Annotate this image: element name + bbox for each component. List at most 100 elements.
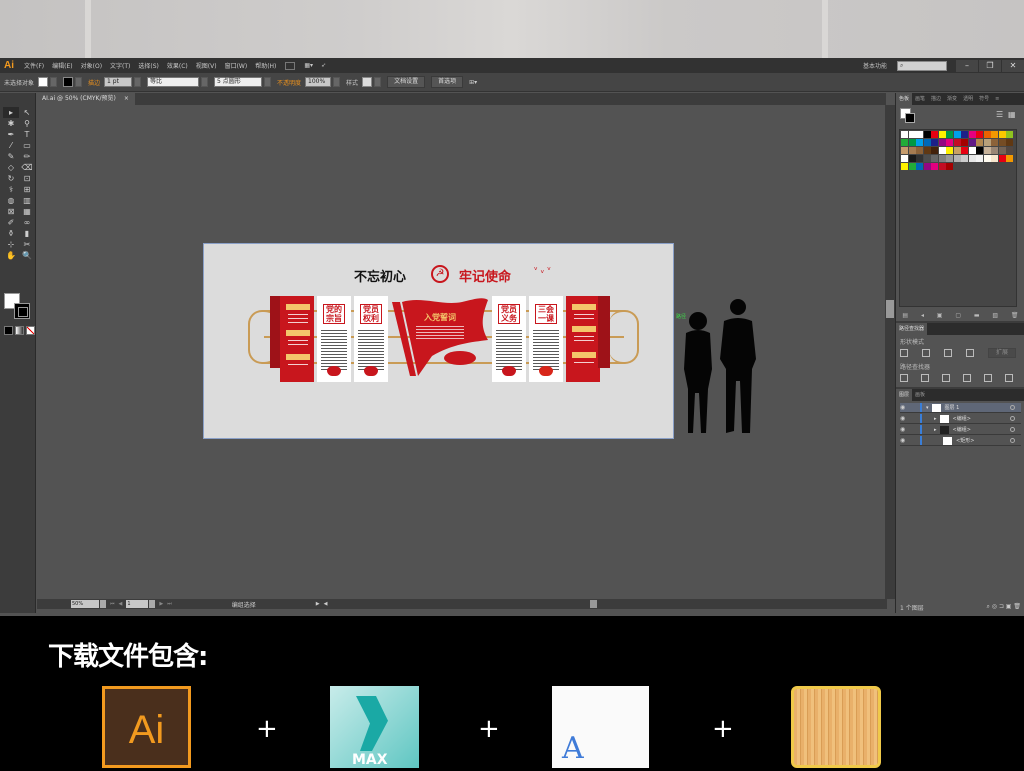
help-search-input[interactable]: ⌕ xyxy=(897,60,947,71)
intersect-icon[interactable] xyxy=(944,349,952,357)
tab-swatches[interactable]: 色板 xyxy=(896,93,913,105)
paintbrush-tool-icon[interactable]: ✎ xyxy=(3,151,19,162)
color-swatch[interactable] xyxy=(946,131,953,138)
menu-type[interactable]: 文字(T) xyxy=(106,61,134,70)
target-icon[interactable] xyxy=(1010,438,1015,443)
gradient-tool-icon[interactable]: ▦ xyxy=(19,206,35,217)
selection-tool-icon[interactable]: ▸ xyxy=(3,107,19,118)
color-swatch[interactable] xyxy=(1006,155,1013,162)
slice-tool-icon[interactable]: ✂ xyxy=(19,239,35,250)
tab-symbols[interactable]: 符号 xyxy=(976,93,992,105)
color-swatch[interactable] xyxy=(991,155,998,162)
merge-icon[interactable] xyxy=(942,374,950,382)
arrange-documents-icon[interactable]: ▦▾ xyxy=(300,62,317,69)
color-swatch[interactable] xyxy=(908,163,916,170)
color-swatch[interactable] xyxy=(968,139,976,146)
tab-gradient[interactable]: 渐变 xyxy=(944,93,960,105)
color-swatch[interactable] xyxy=(976,155,983,162)
color-swatch[interactable] xyxy=(938,163,946,170)
menu-file[interactable]: 文件(F) xyxy=(20,61,48,70)
first-artboard-button[interactable]: ⏮ xyxy=(110,601,115,607)
color-swatch[interactable] xyxy=(998,147,1006,154)
color-swatch[interactable] xyxy=(931,155,938,162)
last-artboard-button[interactable]: ⏭ xyxy=(167,601,172,607)
visibility-eye-icon[interactable]: ◉ xyxy=(900,415,908,422)
scroll-left-button[interactable]: ◀ xyxy=(324,601,328,607)
color-swatch[interactable] xyxy=(908,139,916,146)
color-swatch[interactable] xyxy=(961,155,968,162)
tab-stroke[interactable]: 描边 xyxy=(928,93,944,105)
color-swatch[interactable] xyxy=(983,131,991,138)
next-artboard-button[interactable]: ▶ xyxy=(159,601,163,607)
stroke-indicator[interactable] xyxy=(905,113,915,123)
document-tab[interactable]: AI.ai @ 50% (CMYK/预览) × xyxy=(36,93,135,105)
artboard[interactable]: 不忘初心 ☭ 牢记使命 ᵛ ᵥ ᵛ 党的宗旨 党员权利 入党誓词 党员义务 三会… xyxy=(203,243,674,439)
menu-effect[interactable]: 效果(C) xyxy=(163,61,192,70)
rotate-tool-icon[interactable]: ↻ xyxy=(3,173,19,184)
menu-view[interactable]: 视图(V) xyxy=(192,61,221,70)
brush-definition[interactable]: 5 点圆形 xyxy=(214,77,263,87)
menu-help[interactable]: 帮助(H) xyxy=(251,61,280,70)
color-swatch[interactable] xyxy=(923,139,931,146)
variable-width-profile[interactable]: 等比 xyxy=(147,77,200,87)
stroke-dropdown[interactable] xyxy=(75,77,83,87)
target-icon[interactable] xyxy=(1010,405,1015,410)
visibility-eye-icon[interactable]: ◉ xyxy=(900,404,908,411)
layer-actions-icons[interactable]: ⌕ ◎ ⊐ ▣ 🗑 xyxy=(986,603,1021,611)
tab-artboards[interactable]: 画板 xyxy=(912,389,928,401)
document-setup-button[interactable]: 文档设置 xyxy=(387,76,426,88)
color-swatch[interactable] xyxy=(931,139,938,146)
color-swatch[interactable] xyxy=(916,155,923,162)
color-swatch[interactable] xyxy=(908,131,916,138)
zoom-dropdown[interactable] xyxy=(100,600,106,608)
swatch-kind-icon[interactable]: ◂ xyxy=(921,312,924,319)
swatch-options-icon[interactable]: ▣ xyxy=(937,312,943,319)
unite-icon[interactable] xyxy=(900,349,908,357)
color-swatch[interactable] xyxy=(998,155,1006,162)
color-swatch[interactable] xyxy=(916,139,923,146)
new-group-icon[interactable]: ▬ xyxy=(974,312,980,319)
color-swatch[interactable] xyxy=(901,155,908,162)
artboard-tool-icon[interactable]: ⊹ xyxy=(3,239,19,250)
color-swatch[interactable] xyxy=(901,147,908,154)
color-mode-button[interactable] xyxy=(4,326,13,335)
eyedropper-tool-icon[interactable]: ✐ xyxy=(3,217,19,228)
style-swatch[interactable] xyxy=(362,77,373,87)
trim-icon[interactable] xyxy=(921,374,929,382)
workspace-switcher[interactable]: 基本功能 xyxy=(863,61,887,70)
fill-swatch[interactable] xyxy=(38,77,49,87)
color-swatch[interactable] xyxy=(946,163,953,170)
color-swatch[interactable] xyxy=(961,139,968,146)
new-swatch-icon[interactable]: ▧ xyxy=(992,312,998,319)
close-tab-icon[interactable]: × xyxy=(124,93,129,105)
artboard-number-field[interactable]: 1 xyxy=(126,600,149,608)
swatch-library-icon[interactable]: ▤ xyxy=(902,312,908,319)
list-view-icon[interactable]: ☰ xyxy=(996,110,1003,119)
expand-arrow-icon[interactable]: ▸ xyxy=(934,427,937,433)
color-swatch[interactable] xyxy=(976,131,983,138)
opacity-dropdown[interactable] xyxy=(333,77,341,87)
color-swatch[interactable] xyxy=(1006,139,1013,146)
stroke-swatch[interactable] xyxy=(63,77,74,87)
zoom-field[interactable]: 50% xyxy=(71,600,99,608)
mesh-tool-icon[interactable]: ⊠ xyxy=(3,206,19,217)
symbol-sprayer-tool-icon[interactable]: ⚱ xyxy=(3,228,19,239)
color-swatch[interactable] xyxy=(908,155,916,162)
vertical-scroll-thumb[interactable] xyxy=(886,300,894,318)
gradient-mode-button[interactable] xyxy=(15,326,24,335)
rectangle-tool-icon[interactable]: ▭ xyxy=(19,140,35,151)
color-swatch[interactable] xyxy=(961,147,968,154)
color-swatch[interactable] xyxy=(923,163,931,170)
divide-icon[interactable] xyxy=(900,374,908,382)
color-swatch[interactable] xyxy=(908,147,916,154)
stroke-color-box[interactable] xyxy=(14,303,30,319)
color-swatch[interactable] xyxy=(961,131,968,138)
bridge-icon[interactable] xyxy=(285,61,296,70)
tab-pathfinder[interactable]: 路径查找器 xyxy=(896,323,928,335)
tab-layers[interactable]: 图层 xyxy=(896,389,913,401)
panel-menu-icon[interactable]: ≡ xyxy=(992,93,1002,105)
menu-select[interactable]: 选择(S) xyxy=(134,61,163,70)
arrange-icon[interactable]: ⊞▾ xyxy=(469,79,477,86)
expand-arrow-icon[interactable]: ▾ xyxy=(926,405,929,411)
color-swatch[interactable] xyxy=(946,139,953,146)
